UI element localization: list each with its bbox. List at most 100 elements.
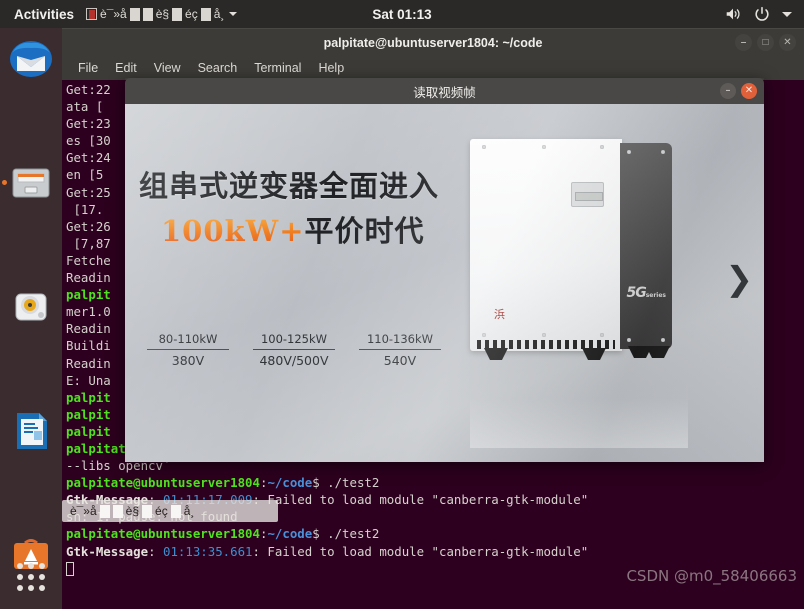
terminal-text: palpit [66,287,111,303]
terminal-text: Buildi [66,338,111,354]
chevron-down-icon [229,12,238,16]
files-icon [9,161,53,205]
inverter-foot [582,348,606,360]
maximize-button[interactable]: □ [757,34,774,51]
ubuntu-dock[interactable]: ? >_ [0,28,62,609]
terminal-text: : [148,543,163,559]
screw-icon [542,333,546,337]
menu-search[interactable]: Search [198,61,238,75]
terminal-text: $ ./test2 [312,475,380,491]
terminal-text: palpit [66,423,111,439]
ime-mid1: è§ [155,7,170,21]
terminal-text: Get:25 [66,184,111,200]
desktop-screen: palpitate@ubuntuserver1804: ~/code – □ ✕… [0,0,804,609]
image-viewer-window-buttons: – ✕ [720,83,757,99]
show-applications-button[interactable] [0,553,62,601]
screw-icon [542,145,546,149]
image-canvas: 组串式逆变器全面进入 100kW+平价时代 80-110kW 380V 100-… [125,104,764,462]
menu-terminal[interactable]: Terminal [254,61,301,75]
thunderbird-icon [9,37,53,81]
spec-column: 100-125kW 480V/500V [253,332,335,368]
terminal-text: [7,87 [66,235,111,251]
screw-icon [482,145,486,149]
poster-kw-rest: 平价时代 [304,214,425,248]
mojibake-box-icon [170,504,181,518]
terminal-window-buttons: – □ ✕ [735,34,796,51]
terminal-text: $ ./test2 [312,526,380,542]
spec-voltage: 480V/500V [259,353,329,368]
terminal-text: : Failed to load module "canberra-gtk-mo… [252,543,589,559]
dock-item-files[interactable] [0,152,62,214]
ime-indicator-tooltip: è¯»å è§ éç å¸ [62,500,278,522]
product-inverter-image: 浜 5Gseries [470,139,688,384]
image-viewer-titlebar[interactable]: 读取视频帧 – ✕ [125,78,764,104]
terminal-text: E: Una [66,372,111,388]
chevron-down-icon[interactable] [782,11,792,17]
terminal-line: palpitate@ubuntuserver1804:~/code$ ./tes… [66,525,804,542]
menu-file[interactable]: File [78,61,98,75]
mojibake-box-icon [112,504,123,518]
dock-item-rhythmbox[interactable] [0,276,62,338]
minimize-button[interactable]: – [735,34,752,51]
spec-power: 110-136kW [359,332,441,350]
activities-button[interactable]: Activities [0,7,86,22]
screw-icon [627,338,631,342]
mojibake-box-icon [200,7,211,21]
system-tray[interactable] [724,5,804,23]
menu-help[interactable]: Help [318,61,344,75]
menu-view[interactable]: View [154,61,181,75]
ime-tooltip-mid2: éç [155,504,168,518]
inverter-front-panel: 浜 [470,139,622,360]
next-image-chevron-icon[interactable]: ❯ [725,262,753,295]
poster-subline: 100kW+平价时代 [161,217,481,246]
minimize-button[interactable]: – [720,83,736,99]
close-icon[interactable]: ✕ [741,83,757,99]
series-name: 5G [626,285,646,301]
terminal-titlebar[interactable]: palpitate@ubuntuserver1804: ~/code – □ ✕ [62,28,804,56]
terminal-text: palpitate@ubuntuserver1804 [66,526,260,542]
dock-item-libreoffice-writer[interactable] [0,400,62,462]
terminal-text: Get:22 [66,82,111,97]
spec-power: 100-125kW [253,332,335,350]
poster-kw-value: 100kW [161,214,280,248]
dock-item-thunderbird[interactable] [0,28,62,90]
terminal-text: Get:24 [66,150,111,166]
ime-flag-icon [86,8,98,20]
app-grid-icon [17,563,45,591]
poster-headline: 组串式逆变器全面进入 [139,169,440,203]
volume-icon[interactable] [724,5,742,23]
inverter-foot [646,346,670,358]
terminal-text: Get:26 [66,218,111,234]
gnome-top-bar[interactable]: Activities è¯»å è§ éç å¸ Sat 01:13 [0,0,804,28]
mojibake-box-icon [129,7,140,21]
screw-icon [627,150,631,154]
spec-power: 80-110kW [147,332,229,350]
close-button[interactable]: ✕ [779,34,796,51]
power-icon[interactable] [753,5,771,23]
terminal-text: Readin [66,355,111,371]
terminal-text: Fetche [66,252,111,268]
screw-icon [482,333,486,337]
menu-edit[interactable]: Edit [115,61,137,75]
product-reflection [470,386,688,448]
screw-icon [600,145,604,149]
terminal-text: palpit [66,389,111,405]
inverter-lcd-display [571,182,604,207]
terminal-menubar[interactable]: File Edit View Search Terminal Help [62,56,804,80]
terminal-text: 01:13:35.661 [162,543,253,559]
terminal-text: mer1.0 [66,304,111,320]
ime-indicator[interactable]: è¯»å è§ éç å¸ [86,7,238,21]
terminal-text: Gtk-Message [66,543,149,559]
terminal-text: Get:23 [66,116,111,132]
inverter-series-badge: 5Gseries [626,285,666,301]
spec-column: 80-110kW 380V [147,332,229,368]
terminal-text: ata [ [66,99,104,115]
ime-tooltip-mid1: è§ [125,504,140,518]
terminal-text: en [5 [66,167,104,183]
image-viewer-window[interactable]: 读取视频帧 – ✕ 组串式逆变器全面进入 100kW+平价时代 80-110kW… [125,78,764,462]
inverter-vents [477,340,615,349]
poster-kw-plus: + [279,214,305,248]
terminal-text: : Failed to load module "canberra-gtk-mo… [252,492,589,508]
screw-icon [661,150,665,154]
inverter-side-panel: 5Gseries [620,143,672,358]
